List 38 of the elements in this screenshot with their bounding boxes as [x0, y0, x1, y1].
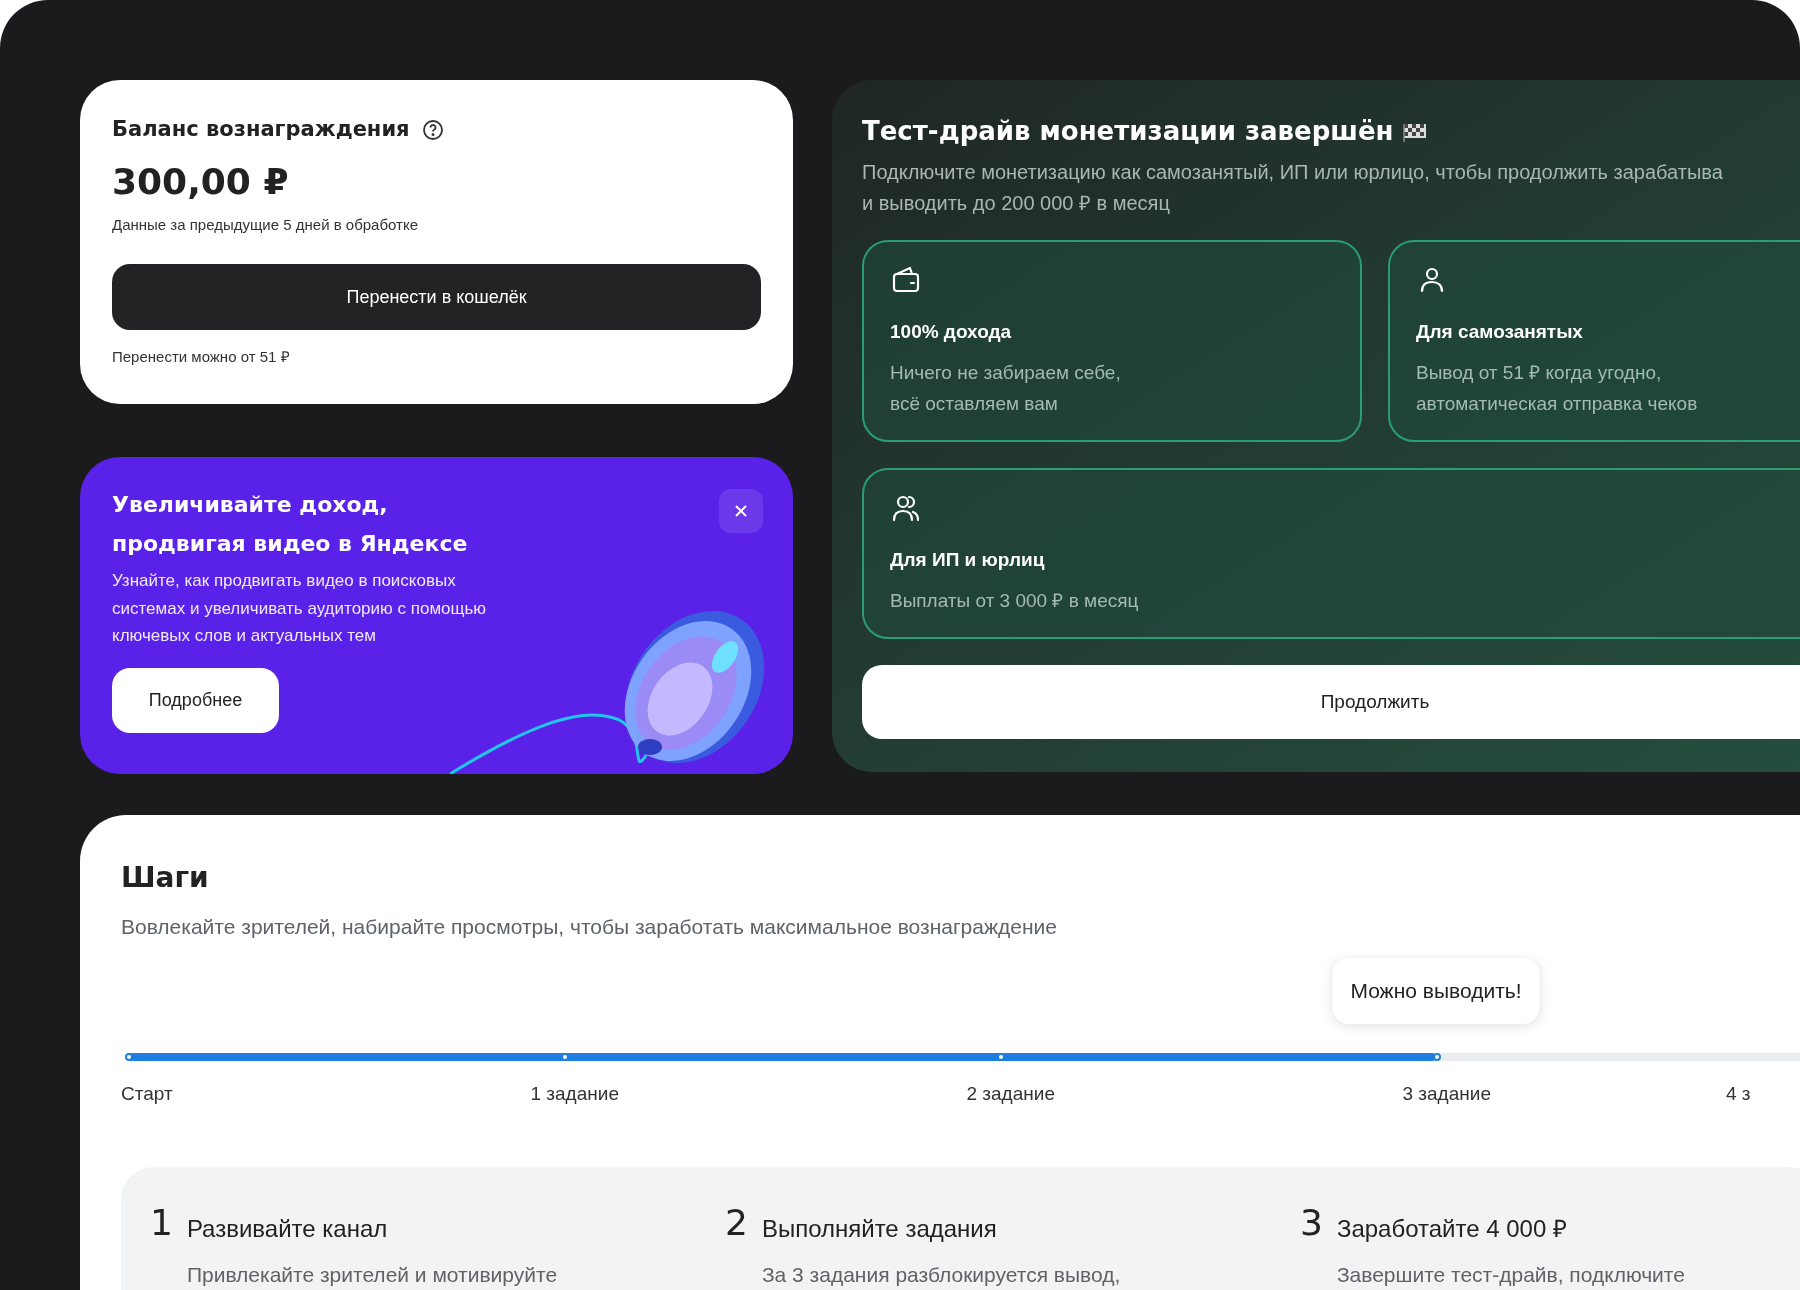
milestone-label: 1 задание — [530, 1081, 619, 1106]
step-number: 3 — [1300, 1202, 1323, 1245]
milestone-label: 3 задание — [1402, 1081, 1491, 1106]
card-title: Баланс вознаграждения — [112, 116, 410, 143]
option-text: Ничего не забираем себе, всё оставляем вам — [890, 360, 1122, 416]
option-title: Для ИП и юрлиц — [890, 548, 1046, 572]
close-button[interactable] — [719, 489, 763, 533]
balance-amount: 300,00 ₽ — [112, 159, 290, 204]
steps-subtitle: Вовлекайте зрителей, набирайте просмотры, чтобы заработать максимальное вознаграждение — [121, 914, 1058, 940]
panel-description: Подключите монетизацию как самозанятый, ИП или юрлицо, чтобы продолжить зарабатыва и выводить до 200 000 ₽ в месяц — [862, 160, 1724, 216]
step-text: За 3 задания разблокируется вывод, — [761, 1261, 1121, 1288]
help-icon[interactable] — [421, 118, 444, 141]
promo-title: Увеличивайте доход, продвигая видео в Яндексе — [112, 491, 468, 558]
option-text: Вывод от 51 ₽ когда угодно, автоматическая отправка чеков — [1416, 360, 1699, 416]
step-title: Развивайте канал — [186, 1213, 389, 1244]
option-text: Выплаты от 3 000 ₽ в месяц — [890, 588, 1140, 613]
step-title: Заработайте 4 000 ₽ — [1336, 1213, 1568, 1244]
processing-note: Данные за предыдущие 5 дней в обработке — [112, 214, 419, 235]
steps-title: Шаги — [121, 860, 210, 896]
milestone-label: Старт — [121, 1081, 173, 1106]
step-title: Выполняйте задания — [761, 1213, 998, 1244]
step-number: 2 — [725, 1202, 748, 1245]
transfer-button[interactable]: Перенести в кошелёк — [112, 264, 761, 330]
step-text: Привлекайте зрителей и мотивируйте — [186, 1261, 558, 1288]
milestone-label: 2 задание — [966, 1081, 1055, 1106]
step-text: Завершите тест-драйв, подключите — [1336, 1261, 1685, 1288]
milestone-label: 4 з — [1726, 1081, 1751, 1106]
more-button[interactable]: Подробнее — [112, 667, 279, 733]
flag-icon — [1401, 121, 1428, 142]
promo-text: Узнайте, как продвигать видео в поисковых системах и увеличивать аудиторию с помощью ключевых слов и актуальных тем — [112, 570, 488, 647]
option-title: Для самозанятых — [1416, 320, 1584, 344]
close-icon — [733, 503, 749, 519]
step-number: 1 — [150, 1202, 173, 1245]
continue-button[interactable]: Продолжить — [862, 665, 1800, 739]
tooltip: Можно выводить! — [1332, 957, 1540, 1024]
option-title: 100% дохода — [890, 320, 1013, 344]
transfer-note: Перенести можно от 51 ₽ — [112, 347, 291, 367]
panel-title: Тест-драйв монетизации завершён — [862, 115, 1394, 148]
